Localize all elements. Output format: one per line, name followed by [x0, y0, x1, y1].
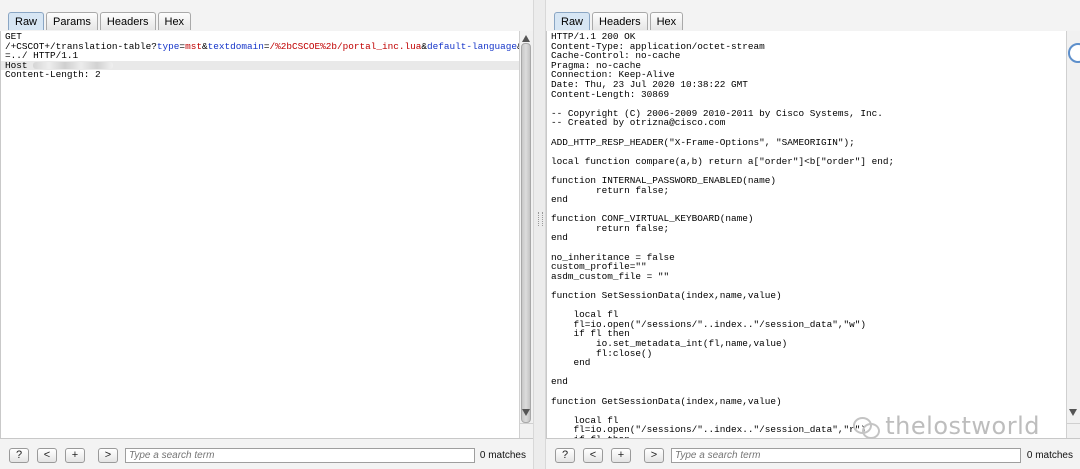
- request-scroll-thumb[interactable]: [521, 43, 531, 423]
- response-line: -- Created by otrizna@cisco.com: [551, 117, 726, 129]
- search-help-button[interactable]: ?: [555, 448, 575, 463]
- response-line: return false;: [551, 222, 670, 234]
- response-line: local function compare(a,b) return a["or…: [551, 155, 895, 167]
- tab-request-params[interactable]: Params: [46, 12, 98, 30]
- response-line: [551, 368, 1066, 378]
- search-add-button[interactable]: +: [611, 448, 631, 463]
- pane-splitter[interactable]: [533, 0, 546, 469]
- scroll-corner: [1067, 423, 1080, 438]
- response-tab-bar: Raw Headers Hex: [546, 0, 1080, 32]
- response-pane: Raw Headers Hex HTTP/1.1 200 OK Content-T…: [546, 0, 1080, 469]
- tab-response-headers[interactable]: Headers: [592, 12, 648, 30]
- response-line: function SetSessionData(index,name,value…: [551, 290, 782, 302]
- wechat-logo-icon: [853, 415, 881, 439]
- search-previous-button[interactable]: <: [37, 448, 57, 463]
- scroll-down-arrow-icon[interactable]: [522, 409, 530, 416]
- response-line: end: [551, 376, 568, 388]
- scroll-corner: [520, 423, 533, 438]
- request-search-input[interactable]: [125, 448, 475, 463]
- tab-response-raw[interactable]: Raw: [554, 12, 591, 30]
- tab-request-headers[interactable]: Headers: [99, 12, 156, 30]
- response-search-input[interactable]: [671, 448, 1021, 463]
- request-search-bar: ? < + > 0 matches: [0, 438, 533, 469]
- response-vertical-scrollbar[interactable]: [1066, 31, 1080, 438]
- search-help-button[interactable]: ?: [9, 448, 29, 463]
- search-previous-button[interactable]: <: [583, 448, 603, 463]
- request-match-count: 0 matches: [479, 450, 526, 461]
- watermark-text: thelostworld: [885, 412, 1040, 440]
- request-editor[interactable]: GET/+CSCOT+/translation-table?type=mst&t…: [0, 31, 519, 438]
- tab-request-hex[interactable]: Hex: [157, 12, 192, 30]
- response-line: ADD_HTTP_RESP_HEADER("X-Frame-Options", …: [551, 136, 855, 148]
- request-line-protocol: =../ HTTP/1.1: [5, 50, 79, 62]
- tab-request-raw[interactable]: Raw: [8, 12, 45, 30]
- search-next-button[interactable]: >: [98, 448, 118, 463]
- request-line-content-length: Content-Length: 2: [5, 69, 101, 81]
- request-tab-bar: Raw Params Headers Hex: [0, 0, 533, 32]
- request-pane: Raw Params Headers Hex GET/+CSCOT+/trans…: [0, 0, 533, 469]
- response-line: end: [551, 194, 568, 206]
- search-add-button[interactable]: +: [65, 448, 85, 463]
- watermark: thelostworld: [853, 412, 1040, 440]
- response-match-count: 0 matches: [1026, 450, 1073, 461]
- request-vertical-scrollbar[interactable]: [519, 31, 533, 438]
- response-line: return false;: [551, 184, 670, 196]
- scroll-up-arrow-icon[interactable]: [522, 35, 530, 42]
- scroll-down-arrow-icon[interactable]: [1069, 409, 1077, 416]
- response-line: fl:close(): [551, 347, 653, 359]
- response-line: function GetSessionData(index,name,value…: [551, 395, 782, 407]
- response-line: end: [551, 232, 568, 244]
- search-next-button[interactable]: >: [644, 448, 664, 463]
- response-editor[interactable]: HTTP/1.1 200 OK Content-Type: application…: [546, 31, 1066, 438]
- response-line: end: [551, 357, 591, 369]
- response-line: asdm_custom_file = "": [551, 270, 670, 282]
- response-scroll-thumb[interactable]: [1068, 43, 1080, 63]
- response-line: Content-Length: 30869: [551, 88, 670, 100]
- tab-response-hex[interactable]: Hex: [649, 12, 684, 30]
- request-line-path: /+CSCOT+/translation-table?type=mst&text…: [5, 40, 519, 52]
- redacted-host-value: [33, 61, 114, 69]
- response-search-bar: ? < + > 0 matches: [546, 438, 1080, 469]
- splitter-grip-icon[interactable]: [538, 212, 543, 226]
- response-line: [551, 301, 1066, 311]
